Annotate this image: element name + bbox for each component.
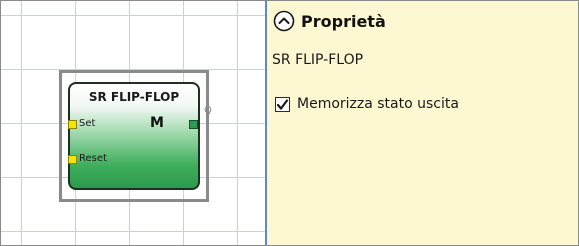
component-name: SR FLIP-FLOP [272, 52, 364, 68]
design-canvas[interactable]: SR FLIP-FLOP Set M Reset Q [1, 1, 266, 245]
reset-input-label: Reset [79, 153, 107, 164]
option-memorizza-stato-uscita[interactable]: Memorizza stato uscita [275, 96, 459, 112]
properties-header[interactable]: Proprietà [273, 7, 386, 35]
properties-title: Proprietà [301, 11, 386, 31]
sr-flip-flop-block[interactable]: SR FLIP-FLOP Set M Reset [68, 82, 200, 190]
mode-indicator: M [150, 115, 164, 131]
memorizza-checkbox[interactable] [275, 96, 290, 112]
collapse-up-icon[interactable] [273, 10, 295, 32]
set-input-label: Set [79, 118, 96, 129]
set-input-pin[interactable] [68, 120, 77, 129]
q-output-label: Q [204, 105, 212, 116]
properties-panel: Proprietà SR FLIP-FLOP Memorizza stato u… [267, 1, 578, 245]
reset-input-pin[interactable] [68, 155, 77, 164]
memorizza-label: Memorizza stato uscita [297, 96, 459, 112]
app-window: SR FLIP-FLOP Set M Reset Q Proprietà SR … [0, 0, 579, 246]
checkmark-icon [276, 98, 289, 110]
block-title: SR FLIP-FLOP [88, 90, 180, 104]
q-output-pin[interactable] [189, 120, 198, 129]
